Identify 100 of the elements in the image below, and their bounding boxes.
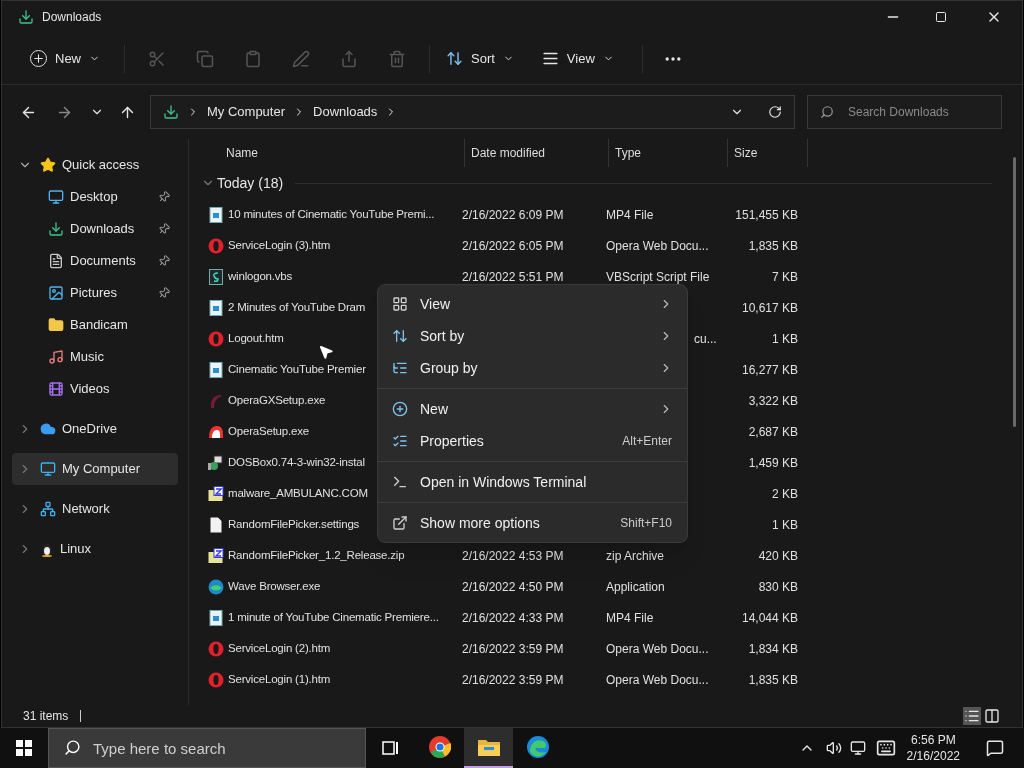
sidebar-label: Bandicam: [70, 316, 129, 335]
file-name[interactable]: Cinematic YouTube Premier: [228, 360, 366, 379]
sidebar-item[interactable]: My Computer: [12, 453, 178, 485]
video-file-icon: [209, 299, 223, 316]
menu-item[interactable]: Group by: [378, 352, 687, 384]
file-name[interactable]: 10 minutes of Cinematic YouTube Premi...: [228, 205, 435, 224]
breadcrumb[interactable]: Downloads: [313, 102, 378, 122]
column-header[interactable]: Type: [609, 139, 728, 167]
search-icon: [820, 105, 834, 119]
file-name[interactable]: ServiceLogin (3).htm: [228, 236, 331, 255]
size-cell: 1,835 KB: [748, 672, 798, 687]
opera-gx-icon: [208, 392, 224, 409]
file-name[interactable]: ServiceLogin (1).htm: [228, 670, 331, 689]
size-cell: 7 KB: [772, 269, 798, 284]
rename-icon[interactable]: [292, 49, 310, 68]
preview-view-icon[interactable]: [983, 707, 1001, 725]
sidebar-label: My Computer: [62, 460, 142, 479]
desktop-icon: [48, 189, 64, 205]
new-button[interactable]: New: [30, 48, 116, 69]
sidebar-item[interactable]: Videos: [12, 373, 178, 405]
sidebar-item[interactable]: Downloads: [12, 213, 178, 245]
menu-item[interactable]: Properties Alt+Enter: [378, 425, 687, 457]
taskbar-search[interactable]: Type here to search: [48, 728, 366, 768]
wave-icon: [208, 578, 224, 595]
column-header[interactable]: Size: [728, 139, 808, 167]
file-name[interactable]: Logout.htm: [228, 329, 284, 348]
opera-icon: [208, 671, 224, 688]
file-name[interactable]: Wave Browser.exe: [228, 577, 321, 596]
file-name[interactable]: 1 minute of YouTube Cinematic Premiere...: [228, 608, 439, 627]
music-icon: [48, 349, 64, 365]
sidebar-item[interactable]: OneDrive: [12, 413, 178, 445]
search-field[interactable]: Search Downloads: [807, 95, 1002, 129]
size-cell: 2 KB: [772, 486, 798, 501]
file-name[interactable]: OperaSetup.exe: [228, 422, 309, 441]
keyboard-icon[interactable]: [875, 738, 896, 758]
menu-item[interactable]: New: [378, 393, 687, 425]
sort-button[interactable]: Sort: [438, 48, 522, 69]
type-cell: MP4 File: [606, 610, 654, 625]
type-cell: VBScript Script File: [606, 269, 710, 284]
sidebar-label: Quick access: [62, 156, 141, 175]
installer-icon: [208, 423, 224, 440]
sidebar-item[interactable]: Music: [12, 341, 178, 373]
date-cell: 2/16/2022 3:59 PM: [462, 672, 564, 687]
view-button[interactable]: View: [521, 48, 634, 69]
notifications-icon[interactable]: [986, 739, 1004, 757]
address-bar[interactable]: My Computer Downloads: [150, 95, 795, 129]
sidebar-item[interactable]: Bandicam: [12, 309, 178, 341]
size-cell: 16,277 KB: [741, 362, 798, 377]
scrollbar[interactable]: [1013, 157, 1016, 427]
maximize-icon[interactable]: [935, 11, 947, 23]
menu-item[interactable]: Open in Windows Terminal: [378, 466, 687, 498]
sidebar-item[interactable]: Linux: [12, 533, 178, 565]
network-icon: [40, 501, 56, 517]
type-cell: Application: [606, 579, 665, 594]
file-name[interactable]: ServiceLogin (2).htm: [228, 639, 331, 658]
size-cell: 1 KB: [772, 331, 798, 346]
date-cell: 2/16/2022 4:50 PM: [462, 579, 564, 594]
file-name[interactable]: OperaGXSetup.exe: [228, 391, 326, 410]
sidebar-item[interactable]: Network: [12, 493, 178, 525]
video-file-icon: [209, 206, 223, 223]
properties-icon: [392, 433, 408, 449]
menu-item[interactable]: Show more options Shift+F10: [378, 507, 687, 539]
penguin-icon: [40, 541, 54, 557]
menu-item[interactable]: Sort by: [378, 320, 687, 352]
size-cell: 1,459 KB: [748, 455, 798, 470]
file-name[interactable]: malware_AMBULANC.COM: [228, 484, 368, 503]
video-file-icon: [209, 609, 223, 626]
network-icon[interactable]: [849, 740, 866, 756]
file-name[interactable]: 2 Minutes of YouTube Dram: [228, 298, 366, 317]
sidebar-item[interactable]: Desktop: [12, 181, 178, 213]
date-cell: 2/16/2022 6:05 PM: [462, 238, 564, 253]
size-cell: 3,322 KB: [748, 393, 798, 408]
breadcrumb[interactable]: My Computer: [207, 102, 286, 122]
folder-taskbar-button[interactable]: [464, 728, 513, 768]
file-name[interactable]: DOSBox0.74-3-win32-instal: [228, 453, 365, 472]
clock-time[interactable]: 6:56 PM: [910, 732, 956, 748]
sidebar-item[interactable]: Quick access: [12, 149, 178, 181]
file-name[interactable]: winlogon.vbs: [228, 267, 293, 286]
sidebar-label: Music: [70, 348, 105, 367]
refresh-icon[interactable]: [768, 105, 782, 119]
item-count: 31 items: [23, 708, 69, 725]
sidebar-item[interactable]: Pictures: [12, 277, 178, 309]
menu-item[interactable]: View: [378, 288, 687, 320]
file-name[interactable]: RandomFilePicker.settings: [228, 515, 360, 534]
date-cell: 2/16/2022 6:09 PM: [462, 207, 564, 222]
group-header[interactable]: Today (18): [217, 172, 284, 194]
sidebar-item[interactable]: Documents: [12, 245, 178, 277]
date-cell: 2/16/2022 3:59 PM: [462, 641, 564, 656]
details-view-icon[interactable]: [963, 707, 981, 725]
speaker-icon[interactable]: [825, 740, 842, 756]
type-cell: Opera Web Docu...: [606, 238, 709, 253]
plus-icon: [392, 401, 408, 417]
size-cell: 10,617 KB: [741, 300, 798, 315]
column-header[interactable]: Date modified: [465, 139, 609, 167]
download-icon: [18, 9, 34, 25]
chrome-icon: [428, 736, 451, 758]
clock-date[interactable]: 2/16/2022: [906, 748, 960, 764]
column-header[interactable]: Name: [220, 139, 465, 167]
opera-icon: [208, 237, 224, 254]
file-name[interactable]: RandomFilePicker_1.2_Release.zip: [228, 546, 405, 565]
